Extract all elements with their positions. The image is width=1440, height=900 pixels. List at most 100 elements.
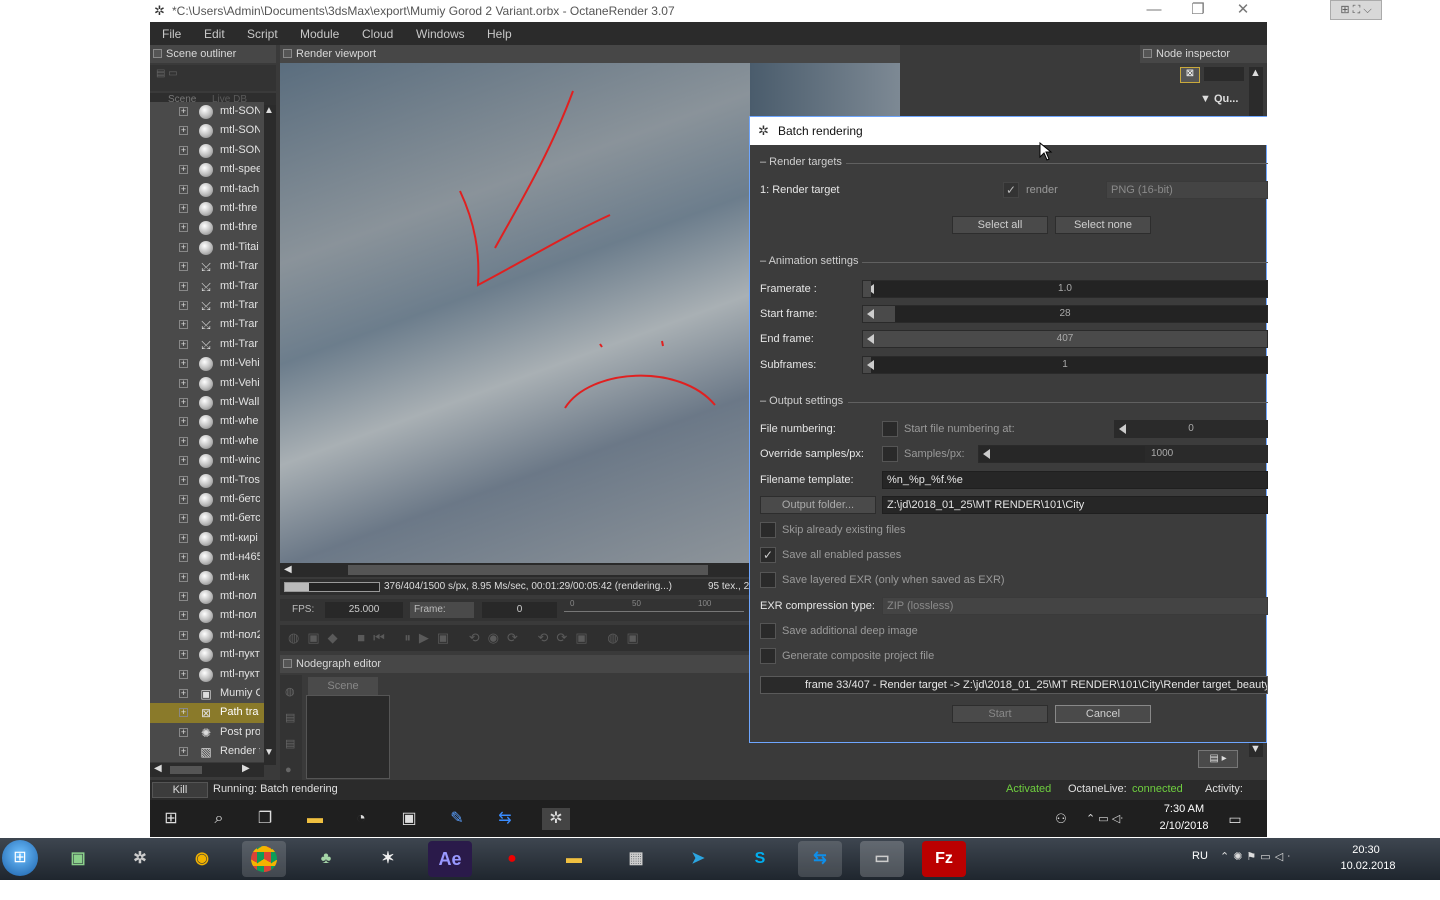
people-icon[interactable]: ⚇ bbox=[1050, 808, 1072, 830]
clock-app-icon[interactable]: ◔ bbox=[350, 808, 372, 830]
teamviewer-host-icon[interactable]: ⇆ bbox=[798, 841, 842, 877]
outliner-item[interactable]: + mtl-пол bbox=[150, 606, 264, 626]
outliner-item[interactable]: + ⤩ mtl-Trar bbox=[150, 315, 264, 335]
inspector-node-label[interactable]: ▼ Qu... bbox=[1200, 93, 1238, 105]
octane-taskbar-icon[interactable]: ✲ bbox=[542, 808, 570, 830]
tray-icons[interactable]: ⌃ ▭ ◁ᐧ bbox=[1086, 808, 1146, 830]
expand-icon[interactable]: + bbox=[179, 378, 188, 388]
kill-button[interactable]: Kill bbox=[152, 782, 208, 798]
samples-slider[interactable]: 1000 bbox=[978, 445, 1268, 463]
task-view-icon[interactable]: ❐ bbox=[254, 808, 276, 830]
expand-icon[interactable]: + bbox=[179, 456, 188, 466]
fps-field[interactable]: 25.000 bbox=[325, 602, 403, 618]
hscroll-thumb[interactable] bbox=[348, 565, 708, 575]
folder-icon[interactable]: ▬ bbox=[552, 841, 596, 877]
outliner-item[interactable]: + mtl-SON bbox=[150, 102, 264, 122]
expand-icon[interactable]: + bbox=[179, 514, 188, 524]
teamviewer-icon[interactable]: ⇆ bbox=[494, 808, 516, 830]
timeline-slider[interactable] bbox=[564, 611, 744, 612]
deep-image-checkbox[interactable] bbox=[760, 623, 776, 639]
scroll-left-icon[interactable]: ◀ bbox=[284, 564, 292, 575]
maximize-button[interactable]: ❐ bbox=[1176, 0, 1220, 22]
record-icon[interactable]: ● bbox=[490, 841, 534, 877]
output-folder-button[interactable]: Output folder... bbox=[760, 496, 876, 514]
override-samples-checkbox[interactable] bbox=[882, 446, 898, 462]
expand-icon[interactable]: + bbox=[179, 747, 188, 757]
file-explorer-icon[interactable]: ▬ bbox=[304, 808, 326, 830]
host-tray-icons[interactable]: ⌃✺⚑▭◁ᐧ bbox=[1220, 850, 1294, 863]
viewport-tool-icons[interactable]: ◍▣◆ ■⏮ ⏸▶▣ ⟲◉⟳ ⟲⟳▣ ◍▣ bbox=[288, 630, 647, 646]
expand-icon[interactable]: + bbox=[179, 339, 188, 349]
outliner-item[interactable]: + ⤩ mtl-Trar bbox=[150, 276, 264, 296]
outliner-item[interactable]: + mtl-winc bbox=[150, 451, 264, 471]
windows-start-orb-icon[interactable]: ⊞ bbox=[2, 840, 38, 876]
outliner-item[interactable]: + mtl-SON bbox=[150, 140, 264, 161]
save-passes-checkbox[interactable]: ✓ bbox=[760, 547, 776, 563]
composite-project-checkbox[interactable] bbox=[760, 648, 776, 664]
node-picker-icon[interactable]: ⊠ bbox=[1180, 67, 1200, 83]
expand-icon[interactable]: + bbox=[179, 475, 188, 485]
search-icon[interactable]: ⌕ bbox=[208, 808, 230, 830]
remote-desktop-icon[interactable]: ▭ bbox=[860, 841, 904, 877]
framerate-slider[interactable]: 1.0 bbox=[862, 280, 1268, 298]
file-numbering-checkbox[interactable] bbox=[882, 421, 898, 437]
render-targets-section[interactable]: – Render targets bbox=[760, 156, 842, 168]
window-app-icon[interactable]: ▣ bbox=[398, 808, 420, 830]
expand-icon[interactable]: + bbox=[179, 689, 188, 698]
scroll-up-icon[interactable]: ▲ bbox=[1250, 67, 1261, 79]
node-dropdown[interactable] bbox=[1204, 67, 1244, 81]
expand-icon[interactable]: + bbox=[179, 611, 188, 621]
menu-cloud[interactable]: Cloud bbox=[362, 27, 393, 41]
render-image[interactable] bbox=[280, 63, 750, 563]
windows-start-icon[interactable]: ⊞ bbox=[160, 808, 182, 830]
nodegraph-canvas[interactable] bbox=[306, 695, 390, 779]
expand-icon[interactable]: + bbox=[179, 572, 188, 582]
outliner-item[interactable]: + mtl-нк bbox=[150, 567, 264, 587]
expand-icon[interactable]: + bbox=[179, 630, 188, 640]
exr-compression-dropdown[interactable]: ZIP (lossless) bbox=[882, 597, 1268, 615]
expand-icon[interactable]: + bbox=[179, 223, 188, 233]
menu-edit[interactable]: Edit bbox=[204, 27, 225, 41]
scroll-down-icon[interactable]: ▼ bbox=[264, 747, 274, 758]
host-clock-time[interactable]: 20:30 bbox=[1346, 844, 1386, 856]
expand-icon[interactable]: + bbox=[179, 417, 188, 427]
remote-clock-time[interactable]: 7:30 AM bbox=[1158, 803, 1210, 815]
outliner-item[interactable]: + mtl-пол bbox=[150, 587, 264, 607]
system-monitor-icon[interactable]: ▣ bbox=[56, 841, 100, 877]
expand-icon[interactable]: + bbox=[179, 708, 188, 718]
close-button[interactable]: ✕ bbox=[1221, 0, 1265, 22]
outliner-item[interactable]: + mtl-пол2 bbox=[150, 625, 264, 646]
expand-icon[interactable]: + bbox=[179, 436, 188, 446]
skip-existing-checkbox[interactable] bbox=[760, 522, 776, 538]
expand-icon[interactable]: + bbox=[179, 495, 188, 504]
start-numbering-slider[interactable]: 0 bbox=[1114, 420, 1268, 438]
select-none-button[interactable]: Select none bbox=[1055, 216, 1151, 234]
inspector-play-button[interactable]: ▤ ▸ bbox=[1198, 750, 1238, 768]
outliner-item[interactable]: + mtl-бетс bbox=[150, 509, 264, 529]
filezilla-icon[interactable]: Fz bbox=[922, 841, 966, 877]
expand-icon[interactable]: + bbox=[179, 165, 188, 175]
animation-section[interactable]: – Animation settings bbox=[760, 255, 858, 267]
expand-icon[interactable]: + bbox=[179, 650, 188, 660]
outliner-item[interactable]: + mtl-spee bbox=[150, 160, 264, 180]
scroll-right-icon[interactable]: ▶ bbox=[242, 763, 250, 774]
tool-app-icon[interactable]: ✎ bbox=[446, 808, 468, 830]
outliner-item[interactable]: + mtl-Tros bbox=[150, 470, 264, 490]
start-frame-slider[interactable]: 28 bbox=[862, 305, 1268, 323]
frame-field[interactable]: 0 bbox=[482, 602, 557, 618]
outliner-item[interactable]: + ⤩ mtl-Trar bbox=[150, 257, 264, 277]
after-effects-icon[interactable]: Ae bbox=[428, 841, 472, 877]
expand-icon[interactable]: + bbox=[179, 553, 188, 563]
expand-icon[interactable]: + bbox=[179, 727, 188, 737]
expand-icon[interactable]: + bbox=[179, 242, 188, 252]
decrement-arrow-icon[interactable] bbox=[983, 449, 990, 459]
panel-pin-checkbox[interactable] bbox=[1143, 49, 1152, 58]
outliner-item[interactable]: + ⤩ mtl-Trar bbox=[150, 296, 264, 316]
outliner-item[interactable]: + ▣ Mumiy G bbox=[150, 684, 264, 704]
expand-icon[interactable]: + bbox=[179, 398, 188, 407]
octane-app-icon[interactable]: ✲ bbox=[118, 841, 162, 877]
menu-help[interactable]: Help bbox=[487, 27, 512, 41]
outliner-item[interactable]: + mtl-Vehi bbox=[150, 354, 264, 374]
select-all-button[interactable]: Select all bbox=[952, 216, 1048, 234]
tab-scene-graph[interactable]: Scene bbox=[308, 677, 378, 695]
